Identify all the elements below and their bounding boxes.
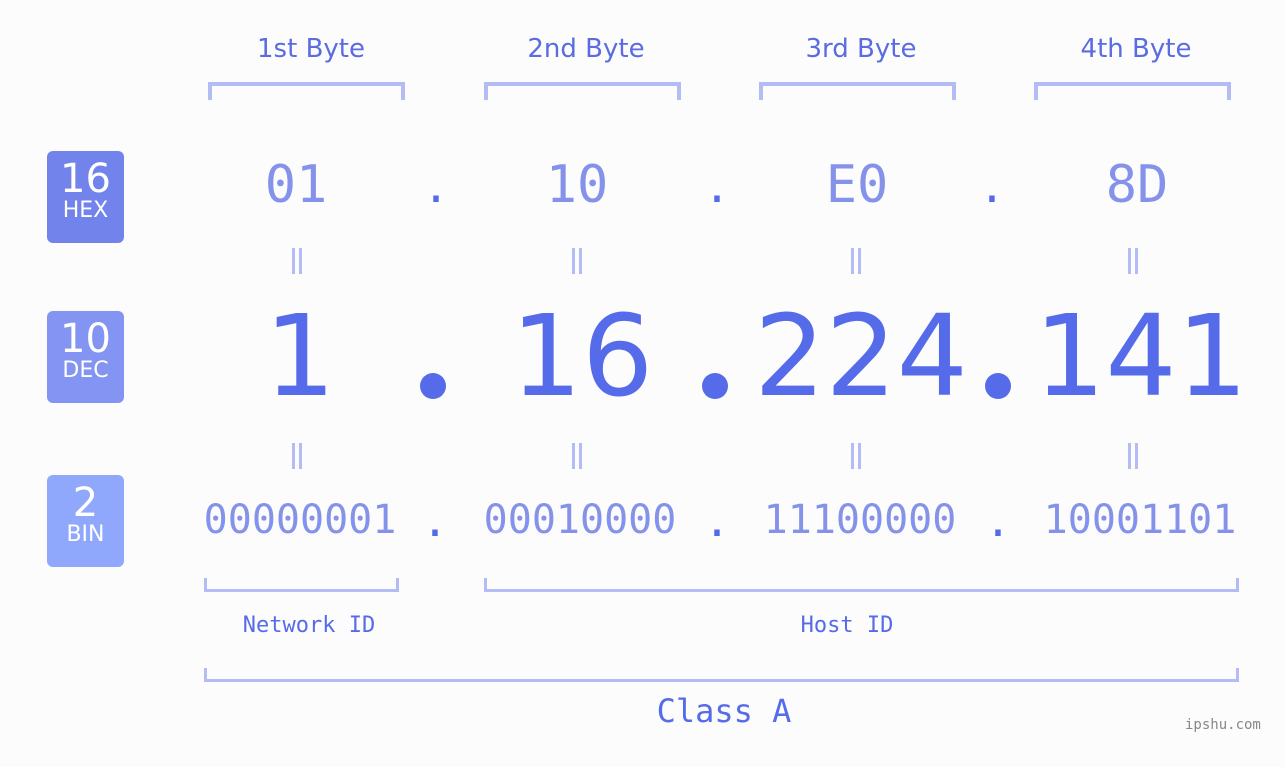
equals-icon <box>851 248 861 274</box>
watermark: ipshu.com <box>1185 717 1261 733</box>
hex-badge-number: 16 <box>60 156 111 202</box>
dec-value-2: 16 <box>510 292 654 422</box>
dec-separator-2 <box>702 373 728 399</box>
equals-icon <box>572 443 582 469</box>
bin-badge-number: 2 <box>72 480 99 526</box>
bin-badge: 2 BIN <box>47 475 124 567</box>
hex-value-1: 01 <box>264 155 328 215</box>
bin-value-2: 00010000 <box>483 497 677 543</box>
bin-badge-label: BIN <box>66 522 105 547</box>
dec-value-4: 141 <box>1034 292 1248 422</box>
bin-value-1: 00000001 <box>203 497 397 543</box>
network-id-label: Network ID <box>242 613 376 638</box>
host-id-bracket <box>484 578 1239 592</box>
byte-bracket-3 <box>759 82 956 100</box>
dec-badge-label: DEC <box>62 358 109 383</box>
bin-separator-3: . <box>984 496 1012 547</box>
byte-header-4: 4th Byte <box>1080 34 1192 64</box>
host-id-label: Host ID <box>800 613 894 638</box>
equals-icon <box>292 248 302 274</box>
equals-icon <box>572 248 582 274</box>
hex-separator-2: . <box>703 162 731 213</box>
class-bracket <box>204 668 1239 682</box>
hex-value-2: 10 <box>545 155 609 215</box>
bin-separator-2: . <box>703 496 731 547</box>
dec-separator-3 <box>985 373 1011 399</box>
equals-icon <box>851 443 861 469</box>
dec-value-1: 1 <box>264 292 336 422</box>
bin-value-3: 11100000 <box>763 497 957 543</box>
byte-header-1: 1st Byte <box>257 34 365 64</box>
hex-separator-3: . <box>978 162 1006 213</box>
equals-icon <box>1128 248 1138 274</box>
hex-badge: 16 HEX <box>47 151 124 243</box>
equals-icon <box>1128 443 1138 469</box>
byte-header-3: 3rd Byte <box>805 34 917 64</box>
dec-badge: 10 DEC <box>47 311 124 403</box>
bin-separator-1: . <box>421 496 449 547</box>
hex-value-4: 8D <box>1105 155 1169 215</box>
dec-separator-1 <box>420 373 446 399</box>
hex-value-3: E0 <box>825 155 889 215</box>
network-id-bracket <box>204 578 399 592</box>
byte-bracket-1 <box>208 82 405 100</box>
byte-bracket-4 <box>1034 82 1231 100</box>
bin-value-4: 10001101 <box>1043 497 1237 543</box>
dec-badge-number: 10 <box>60 316 111 362</box>
dec-value-3: 224 <box>754 292 968 422</box>
equals-icon <box>292 443 302 469</box>
hex-badge-label: HEX <box>62 198 109 223</box>
hex-separator-1: . <box>422 162 450 213</box>
byte-header-2: 2nd Byte <box>527 34 645 64</box>
byte-bracket-2 <box>484 82 681 100</box>
class-label: Class A <box>656 692 792 730</box>
